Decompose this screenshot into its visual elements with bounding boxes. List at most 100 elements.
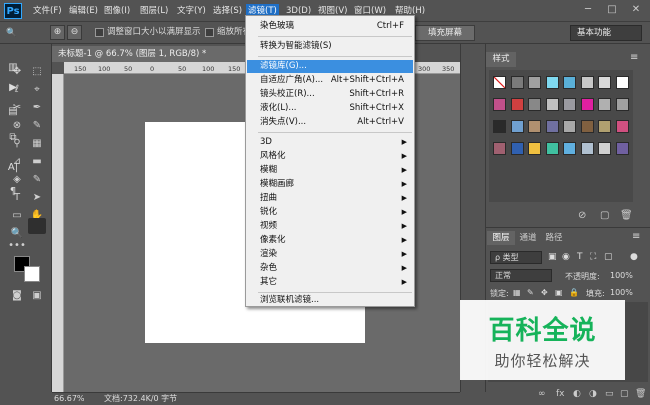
more-tools-icon[interactable]: ••• bbox=[8, 238, 26, 254]
lock-position-icon[interactable]: ✥ bbox=[541, 288, 548, 297]
style-swatch[interactable] bbox=[510, 142, 524, 155]
style-swatch[interactable] bbox=[528, 98, 541, 111]
adjustment-filter-icon[interactable]: ◉ bbox=[562, 252, 570, 262]
style-swatch[interactable] bbox=[493, 142, 506, 155]
style-swatch[interactable] bbox=[615, 120, 629, 133]
shape-filter-icon[interactable]: ⛶ bbox=[590, 252, 596, 262]
screen-mode-icon[interactable]: ▣ bbox=[28, 288, 46, 304]
menu-select[interactable]: 选择(S) bbox=[213, 4, 242, 18]
minimize-icon[interactable]: ─ bbox=[578, 2, 598, 18]
history-brush-icon[interactable]: ▦ bbox=[28, 136, 46, 152]
layers-panel-menu-icon[interactable]: ≡ bbox=[632, 231, 640, 242]
style-swatch[interactable] bbox=[563, 120, 576, 133]
style-swatch[interactable] bbox=[563, 98, 576, 111]
style-swatch[interactable] bbox=[563, 142, 576, 155]
style-swatch[interactable] bbox=[598, 76, 611, 89]
layer-mask-icon[interactable]: ◐ bbox=[573, 389, 581, 399]
opacity-value[interactable]: 100% bbox=[610, 271, 633, 280]
zoom-tool-icon[interactable] bbox=[28, 218, 46, 234]
filter-submenu-blur-gallery[interactable]: 模糊画廊 ▶ bbox=[247, 178, 413, 191]
maximize-icon[interactable]: □ bbox=[602, 2, 622, 18]
marquee-tool-icon[interactable]: ⬚ bbox=[28, 64, 46, 80]
layer-style-fx-icon[interactable]: fx bbox=[556, 389, 565, 399]
lock-all-icon[interactable]: 🔒 bbox=[569, 288, 579, 297]
zoom-in-icon[interactable]: ⊕ bbox=[50, 25, 65, 40]
workspace-select[interactable]: 基本功能 bbox=[570, 25, 642, 41]
new-style-icon[interactable]: ▢ bbox=[600, 210, 609, 221]
menu-file[interactable]: 文件(F) bbox=[33, 4, 62, 18]
style-swatch[interactable] bbox=[493, 98, 506, 111]
style-swatch[interactable] bbox=[598, 142, 611, 155]
style-swatch[interactable] bbox=[598, 98, 611, 111]
properties-panel-icon[interactable]: ▤ bbox=[4, 104, 22, 120]
menu-type[interactable]: 文字(Y) bbox=[177, 4, 206, 18]
zoom-out-icon[interactable]: ⊖ bbox=[67, 25, 82, 40]
adjustment-layer-icon[interactable]: ◑ bbox=[589, 389, 597, 399]
style-swatch[interactable] bbox=[510, 98, 524, 111]
character-panel-icon[interactable]: A| bbox=[4, 160, 22, 176]
filter-toggle-icon[interactable]: ● bbox=[630, 252, 638, 262]
style-swatch[interactable] bbox=[528, 120, 541, 133]
style-swatch[interactable] bbox=[493, 120, 506, 133]
style-swatch[interactable] bbox=[580, 120, 594, 133]
menu-layer[interactable]: 图层(L) bbox=[140, 4, 168, 18]
type-tool-icon[interactable]: ➤ bbox=[28, 190, 46, 206]
style-swatch[interactable] bbox=[493, 76, 506, 89]
filter-submenu-pixelate[interactable]: 像素化 ▶ bbox=[247, 234, 413, 247]
pixel-layer-filter-icon[interactable]: ▣ bbox=[548, 252, 557, 262]
filter-submenu-blur[interactable]: 模糊 ▶ bbox=[247, 164, 413, 177]
paragraph-panel-icon[interactable]: ¶ bbox=[4, 184, 22, 200]
path-select-icon[interactable]: ▭ bbox=[8, 208, 26, 224]
menu-edit[interactable]: 编辑(E) bbox=[69, 4, 98, 18]
resize-windows-checkbox[interactable] bbox=[95, 28, 104, 37]
filter-browse-online[interactable]: 浏览联机滤镜... bbox=[247, 294, 413, 307]
new-layer-icon[interactable]: ▢ bbox=[620, 389, 629, 399]
gradient-tool-icon[interactable]: ▬ bbox=[28, 154, 46, 170]
fill-value[interactable]: 100% bbox=[610, 288, 633, 297]
filter-last-used[interactable]: 染色玻璃 Ctrl+F bbox=[247, 20, 413, 33]
blend-mode-select[interactable]: 正常 bbox=[490, 269, 552, 282]
fill-screen-button[interactable]: 填充屏幕 bbox=[415, 25, 475, 41]
styles-tab[interactable]: 样式 bbox=[486, 52, 516, 67]
filter-submenu-3d[interactable]: 3D ▶ bbox=[247, 136, 413, 149]
style-swatch[interactable] bbox=[580, 76, 594, 89]
delete-style-icon[interactable]: 🗑 bbox=[620, 210, 633, 221]
actions-panel-icon[interactable]: ▶ bbox=[4, 80, 22, 96]
filter-convert-smart[interactable]: 转换为智能滤镜(S) bbox=[247, 40, 413, 53]
style-swatch[interactable] bbox=[580, 98, 594, 111]
lock-artboard-icon[interactable]: ▣ bbox=[555, 288, 563, 297]
style-swatch[interactable] bbox=[580, 142, 594, 155]
smart-object-filter-icon[interactable]: ▢ bbox=[604, 252, 613, 262]
style-swatch[interactable] bbox=[528, 76, 541, 89]
filter-submenu-render[interactable]: 渲染 ▶ bbox=[247, 248, 413, 261]
quick-select-tool-icon[interactable]: ⌖ bbox=[28, 82, 46, 98]
new-group-icon[interactable]: ▭ bbox=[605, 389, 614, 399]
style-swatch[interactable] bbox=[545, 120, 559, 133]
filter-submenu-other[interactable]: 其它 ▶ bbox=[247, 276, 413, 289]
filter-submenu-video[interactable]: 视频 ▶ bbox=[247, 220, 413, 233]
filter-submenu-stylize[interactable]: 风格化 ▶ bbox=[247, 150, 413, 163]
filter-adaptive-wide-angle[interactable]: 自适应广角(A)... Alt+Shift+Ctrl+A bbox=[247, 74, 413, 87]
style-swatch[interactable] bbox=[545, 142, 559, 155]
lock-transparent-icon[interactable]: ▦ bbox=[513, 288, 521, 297]
background-color-swatch[interactable] bbox=[24, 266, 40, 282]
style-swatch[interactable] bbox=[545, 76, 559, 89]
tab-layers[interactable]: 图层 bbox=[487, 231, 515, 245]
style-swatch[interactable] bbox=[510, 76, 524, 89]
clear-style-icon[interactable]: ⊘ bbox=[578, 210, 586, 221]
style-swatch[interactable] bbox=[615, 76, 629, 89]
dodge-tool-icon[interactable]: ✎ bbox=[28, 172, 46, 188]
clone-source-icon[interactable]: ⧉ bbox=[4, 130, 22, 146]
styles-panel-menu-icon[interactable]: ≡ bbox=[630, 52, 644, 63]
close-icon[interactable]: ✕ bbox=[626, 2, 646, 18]
tab-channels[interactable]: 通道 bbox=[516, 231, 540, 245]
tab-paths[interactable]: 路径 bbox=[542, 231, 566, 245]
document-tab[interactable]: 未标题-1 @ 66.7% (图层 1, RGB/8) * bbox=[52, 46, 247, 62]
link-layers-icon[interactable]: ∞ bbox=[538, 389, 546, 399]
style-swatch[interactable] bbox=[563, 76, 576, 89]
lock-image-icon[interactable]: ✎ bbox=[527, 288, 534, 297]
style-swatch[interactable] bbox=[528, 142, 541, 155]
style-swatch[interactable] bbox=[545, 98, 559, 111]
filter-lens-correction[interactable]: 镜头校正(R)... Shift+Ctrl+R bbox=[247, 88, 413, 101]
filter-liquify[interactable]: 液化(L)... Shift+Ctrl+X bbox=[247, 102, 413, 115]
